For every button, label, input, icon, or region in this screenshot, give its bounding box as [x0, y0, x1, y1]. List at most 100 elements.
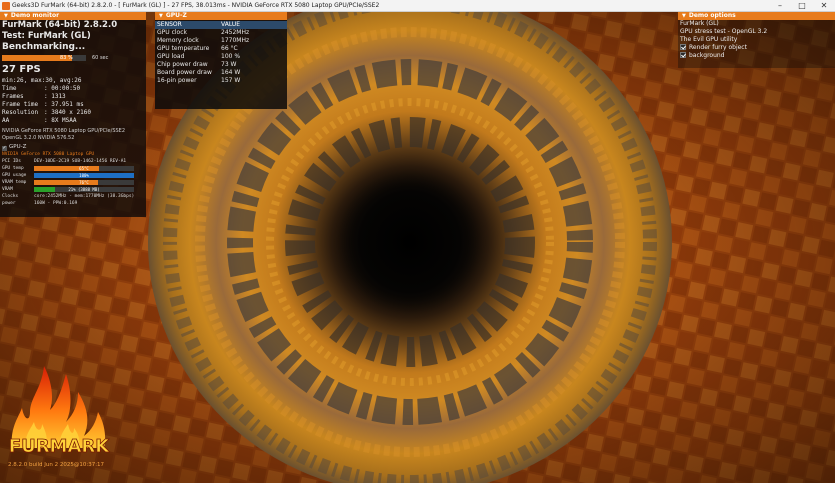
gpuz-subsection-header[interactable]: ✓ GPU-Z	[0, 144, 146, 151]
progress-track	[2, 55, 86, 61]
pci-ids-label: PCI IDs	[2, 159, 21, 164]
stat-row: Frames : 1313	[0, 93, 146, 101]
window-title-bar[interactable]: Geeks3D FurMark (64-bit) 2.8.2.0 - [ Fur…	[0, 0, 835, 12]
stat-row: Frame time : 37.951 ms	[0, 101, 146, 109]
maximize-button[interactable]: □	[791, 0, 813, 12]
collapse-triangle-icon[interactable]: ▼	[682, 12, 686, 20]
opengl-version: OpenGL 3.2.0 NVIDIA 576.52	[2, 135, 75, 141]
benchmark-status: Benchmarking...	[2, 42, 86, 52]
renderer-string: NVIDIA GeForce RTX 5080 Laptop GPU/PCIe/…	[2, 128, 126, 134]
background-label: background	[689, 52, 725, 59]
close-button[interactable]: ✕	[813, 0, 835, 12]
build-version-text: 2.8.2.0 build Jun 2 2025@10:37:17	[8, 462, 105, 468]
sensor-bar-label: GPU usage	[2, 173, 27, 178]
render-furry-object-checkbox[interactable]: Render furry object	[678, 44, 835, 52]
sensor-bar-text: 76°C	[79, 180, 89, 185]
stat-value: : 3840 x 2160	[44, 109, 91, 116]
sensor-bar-row: GPU usage 100%	[0, 172, 146, 179]
stat-row: Resolution: 3840 x 2160	[0, 109, 146, 117]
stat-value: : 37.951 ms	[44, 101, 84, 108]
test-name-line: Test: FurMark (GL)	[2, 31, 91, 41]
minimize-button[interactable]: –	[769, 0, 791, 12]
power-label: power	[2, 201, 16, 206]
stat-label: Frame time	[2, 101, 39, 108]
sensor-bar-row: VRAM 21% (3888 MB)	[0, 186, 146, 193]
demo-monitor-header[interactable]: ▼ Demo monitor	[0, 12, 146, 20]
gpuz-sensor-name: GPU load	[157, 53, 185, 60]
pci-ids-row: PCI IDs DEV-10DE-2C19 SUB-1462-1456 REV-…	[0, 158, 146, 165]
sensor-bar-label: GPU temp	[2, 166, 24, 171]
render-furry-object-label: Render furry object	[689, 44, 747, 51]
collapse-triangle-icon[interactable]: ▼	[159, 12, 163, 20]
gpuz-sensor-value: 66 °C	[221, 45, 238, 52]
demo-monitor-title: Demo monitor	[10, 12, 60, 19]
benchmark-progress: 83 % 60 sec	[0, 54, 146, 62]
stat-row: Time : 00:00:50	[0, 85, 146, 93]
gpu-name: NVIDIA GeForce RTX 5080 Laptop GPU	[2, 152, 95, 157]
furmark-logo: FURMARK	[8, 366, 110, 457]
power-value: 160W - PPW:0.169	[34, 201, 78, 206]
fps-stats: min:26, max:30, avg:26	[2, 77, 82, 84]
gpuz-sensor-name: GPU clock	[157, 29, 187, 36]
sensor-bar-track: 100%	[34, 173, 134, 178]
gpuz-sensor-value: 157 W	[221, 77, 241, 84]
gpuz-sensor-row: GPU clock 2452MHz	[155, 29, 287, 37]
gpuz-sensor-value: 73 W	[221, 61, 237, 68]
pci-ids-value: DEV-10DE-2C19 SUB-1462-1456 REV-A1	[34, 159, 127, 164]
stat-label: AA	[2, 117, 10, 124]
clocks-label: Clocks	[2, 194, 19, 199]
stat-value: : 00:00:50	[44, 85, 81, 92]
sensor-bar-text: 21% (3888 MB)	[68, 187, 100, 192]
collapse-triangle-icon[interactable]: ▼	[4, 12, 8, 20]
checkbox-checked-icon[interactable]	[680, 44, 686, 50]
gpuz-sensor-value: 164 W	[221, 69, 241, 76]
sensor-bar-label: VRAM temp	[2, 180, 27, 185]
sensor-bar-text: 65°C	[79, 166, 89, 171]
gpuz-sensor-table: SENSOR VALUE GPU clock 2452MHz Memory cloc…	[155, 21, 287, 85]
demo-monitor-panel: ▼ Demo monitor FurMark (64-bit) 2.8.2.0 T…	[0, 12, 146, 217]
stat-row: AA: 8X MSAA	[0, 117, 146, 125]
gpuz-sensor-name: Board power draw	[157, 69, 212, 76]
stat-label: Time	[2, 85, 17, 92]
sensor-column-header: SENSOR	[157, 21, 182, 28]
gpuz-sensor-row: Board power draw 164 W	[155, 69, 287, 77]
stat-value: : 1313	[44, 93, 66, 100]
gpuz-sensor-name: Memory clock	[157, 37, 199, 44]
options-tagline: The Evil GPU utility	[680, 36, 738, 43]
gpuz-sensor-value: 2452MHz	[221, 29, 250, 36]
gpuz-sensor-name: Chip power draw	[157, 61, 208, 68]
gpuz-rows: GPU clock 2452MHz Memory clock 1770MHz GPU t…	[155, 29, 287, 85]
clocks-row: Clocks core:2452MHz - mem:1770MHz (38.3G…	[0, 193, 146, 200]
sensor-bar-row: VRAM temp 76°C	[0, 179, 146, 186]
progress-percent: 83 %	[60, 55, 73, 61]
progress-duration: 60 sec	[92, 55, 109, 61]
sensor-bar-track: 76°C	[34, 180, 134, 185]
gpuz-sensor-row: Memory clock 1770MHz	[155, 37, 287, 45]
sensor-bar-row: GPU temp 65°C	[0, 165, 146, 172]
sensor-bar-track: 65°C	[34, 166, 134, 171]
furmark-app-icon	[2, 2, 10, 10]
app-version-line: FurMark (64-bit) 2.8.2.0	[2, 20, 118, 30]
stat-label: Frames	[2, 93, 24, 100]
sensor-bar-label: VRAM	[2, 187, 13, 192]
clocks-value: core:2452MHz - mem:1770MHz (38.3Gbps)	[34, 194, 135, 199]
gpuz-sensor-value: 1770MHz	[221, 37, 250, 44]
gpuz-sensor-row: Chip power draw 73 W	[155, 61, 287, 69]
fps-counter: 27 FPS	[2, 64, 41, 75]
demo-options-header[interactable]: ▼ Demo options	[678, 12, 835, 20]
sensor-bar-text: 100%	[79, 173, 89, 178]
gpuz-header[interactable]: ▼ GPU-Z	[155, 12, 287, 20]
window-title: Geeks3D FurMark (64-bit) 2.8.2.0 - [ Fur…	[12, 2, 380, 9]
gpuz-sensor-name: GPU temperature	[157, 45, 210, 52]
gpuz-sensor-value: 100 %	[221, 53, 241, 60]
demo-options-panel: ▼ Demo options FurMark (GL) GPU stress te…	[678, 12, 835, 68]
sensor-bars: GPU temp 65°C GPU usage 100% VRAM temp 76°C VR…	[0, 165, 146, 193]
value-column-header: VALUE	[221, 21, 241, 28]
power-row: power 160W - PPW:0.169	[0, 200, 146, 207]
background-checkbox[interactable]: background	[678, 52, 835, 60]
checkbox-checked-icon[interactable]	[680, 52, 686, 58]
gpuz-panel: ▼ GPU-Z SENSOR VALUE GPU clock 2452MHz Memo…	[155, 12, 287, 109]
sensor-bar-track: 21% (3888 MB)	[34, 187, 134, 192]
options-demo-name: FurMark (GL)	[680, 20, 719, 27]
logo-wordmark: FURMARK	[9, 436, 110, 457]
